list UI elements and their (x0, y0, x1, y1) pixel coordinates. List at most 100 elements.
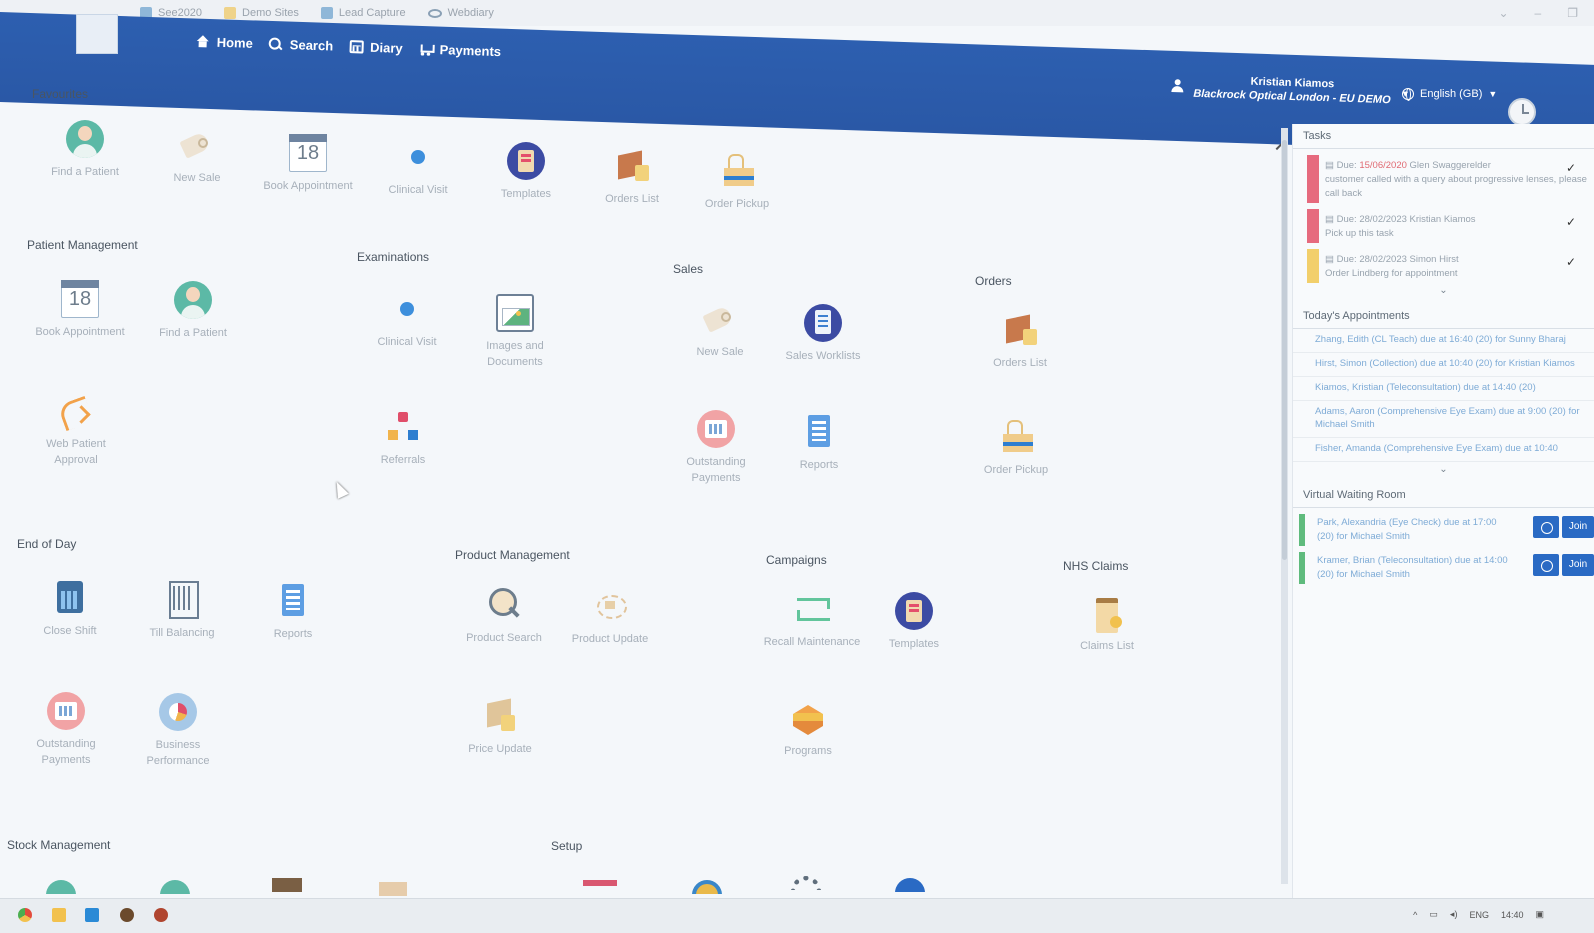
clock-icon[interactable] (1508, 98, 1536, 126)
join-button[interactable]: Join (1562, 516, 1594, 538)
setup-blue-icon[interactable] (891, 878, 929, 892)
tile-ex-clinical-visit[interactable]: Clinical Visit (357, 290, 457, 350)
tile-programs[interactable]: Programs (758, 699, 858, 759)
appointment-item[interactable]: Zhang, Edith (CL Teach) due at 16:40 (20… (1293, 329, 1594, 353)
task-priority-bar (1307, 155, 1319, 203)
task-priority-bar (1307, 249, 1319, 283)
tile-sa-new-sale[interactable]: New Sale (670, 300, 770, 360)
tile-business-performance[interactable]: Business Performance (128, 693, 228, 769)
layers-icon (789, 699, 827, 737)
tray-time[interactable]: 14:40 (1501, 910, 1524, 920)
appointment-item[interactable]: Adams, Aaron (Comprehensive Eye Exam) du… (1293, 401, 1594, 438)
language-selector[interactable]: English (GB) ▼ (1402, 88, 1497, 101)
setup-calendar-icon[interactable] (583, 880, 621, 894)
stock-patient-icon[interactable] (42, 880, 80, 894)
patient-icon (66, 120, 104, 158)
tile-book-appointment[interactable]: 18 Book Appointment (258, 134, 358, 194)
globe-icon (1402, 88, 1414, 101)
tile-images-documents[interactable]: Images and Documents (465, 294, 565, 370)
appointment-item[interactable]: Fisher, Amanda (Comprehensive Eye Exam) … (1293, 438, 1594, 462)
tile-sa-reports[interactable]: Reports (769, 413, 869, 473)
setup-globe-icon[interactable] (688, 880, 726, 894)
waiting-room-item: Park, Alexandria (Eye Check) due at 17:0… (1299, 514, 1594, 546)
main-scroll-thumb[interactable] (1282, 140, 1287, 560)
network-icon[interactable]: ▭ (1429, 909, 1438, 920)
tile-sales-worklists[interactable]: Sales Worklists (773, 304, 873, 364)
tile-product-search[interactable]: Product Search (454, 586, 554, 646)
tile-eod-outstanding-payments[interactable]: Outstanding Payments (16, 692, 116, 768)
notification-icon[interactable]: ▣ (1535, 909, 1544, 920)
tile-order-pickup[interactable]: Order Pickup (687, 152, 787, 212)
section-sales: Sales (673, 262, 704, 276)
section-campaigns: Campaigns (766, 553, 827, 567)
task-item[interactable]: ▤ Due: 28/02/2023 Simon Hirst Order Lind… (1307, 249, 1594, 283)
tile-price-update[interactable]: Price Update (450, 697, 550, 757)
chat-button[interactable] (1533, 516, 1559, 538)
tile-claims-list[interactable]: Claims List (1057, 594, 1157, 654)
task-item[interactable]: ▤ Due: 15/06/2020 Glen Swaggerelder cust… (1307, 155, 1594, 203)
volume-icon[interactable]: ◂) (1450, 909, 1458, 920)
appointment-item[interactable]: Kiamos, Kristian (Teleconsultation) due … (1293, 377, 1594, 401)
stock-price-icon[interactable] (373, 882, 411, 896)
appointments-title: Today's Appointments (1293, 304, 1594, 329)
tile-web-patient-approval[interactable]: Web Patient Approval (26, 392, 126, 468)
app-icon[interactable] (85, 908, 99, 922)
tile-or-orders-list[interactable]: Orders List (970, 311, 1070, 371)
stock-box-icon[interactable] (266, 878, 304, 892)
clipboard-list-icon (804, 304, 842, 342)
templates-icon (895, 592, 933, 630)
tile-clinical-visit[interactable]: Clinical Visit (368, 138, 468, 198)
tile-product-update[interactable]: Product Update (560, 587, 660, 647)
tile-recall-maintenance[interactable]: Recall Maintenance (762, 590, 862, 650)
box-icon (1001, 311, 1039, 349)
expand-appointments-icon[interactable]: ⌄ (1293, 462, 1594, 477)
section-favourites: Favourites (32, 87, 89, 101)
templates-icon (507, 142, 545, 180)
nav-home[interactable]: Home (196, 34, 253, 51)
logo[interactable] (76, 14, 118, 54)
tile-close-shift[interactable]: Close Shift (20, 579, 120, 639)
app-icon[interactable] (154, 908, 168, 922)
tile-till-balancing[interactable]: Till Balancing (132, 581, 232, 641)
check-icon[interactable]: ✓ (1566, 215, 1576, 229)
product-update-icon (591, 587, 629, 625)
tile-templates[interactable]: Templates (476, 142, 576, 202)
cash-register-icon (697, 410, 735, 448)
task-item[interactable]: ▤ Due: 28/02/2023 Kristian Kiamos Pick u… (1307, 209, 1594, 243)
home-icon (196, 35, 210, 48)
shopping-bag-icon (718, 152, 756, 190)
expand-tasks-icon[interactable]: ⌄ (1293, 283, 1594, 298)
tile-orders-list[interactable]: Orders List (582, 147, 682, 207)
tile-pm-book-appointment[interactable]: 18 Book Appointment (30, 280, 130, 340)
tray-up-icon[interactable]: ^ (1413, 910, 1417, 920)
section-product-management: Product Management (455, 548, 570, 562)
app-icon[interactable] (120, 908, 134, 922)
nav-diary[interactable]: Diary (348, 39, 403, 56)
check-icon[interactable]: ✓ (1566, 255, 1576, 269)
stock-patient-icon[interactable] (156, 880, 194, 894)
tile-find-patient[interactable]: Find a Patient (35, 120, 135, 180)
pie-chart-icon (159, 693, 197, 731)
tile-sa-outstanding-payments[interactable]: Outstanding Payments (666, 410, 766, 486)
cart-icon (418, 42, 432, 55)
check-icon[interactable]: ✓ (1566, 161, 1576, 175)
section-nhs-claims: NHS Claims (1063, 559, 1129, 573)
chrome-icon[interactable] (18, 908, 32, 922)
tray-language[interactable]: ENG (1469, 910, 1489, 920)
appointment-item[interactable]: Hirst, Simon (Collection) due at 10:40 (… (1293, 353, 1594, 377)
tile-camp-templates[interactable]: Templates (864, 592, 964, 652)
tile-pm-find-patient[interactable]: Find a Patient (143, 281, 243, 341)
setup-gear-icon[interactable] (787, 876, 825, 890)
join-button[interactable]: Join (1562, 554, 1594, 576)
waiting-room-item: Kramer, Brian (Teleconsultation) due at … (1299, 552, 1594, 584)
tile-new-sale[interactable]: New Sale (147, 126, 247, 186)
tile-referrals[interactable]: Referrals (353, 408, 453, 468)
building-icon (163, 581, 201, 619)
chat-button[interactable] (1533, 554, 1559, 576)
tile-or-order-pickup[interactable]: Order Pickup (966, 418, 1066, 478)
tile-eod-reports[interactable]: Reports (243, 582, 343, 642)
nav-payments[interactable]: Payments (418, 41, 501, 59)
file-explorer-icon[interactable] (52, 908, 66, 922)
nav-search[interactable]: Search (269, 36, 334, 53)
patient-icon (174, 281, 212, 319)
